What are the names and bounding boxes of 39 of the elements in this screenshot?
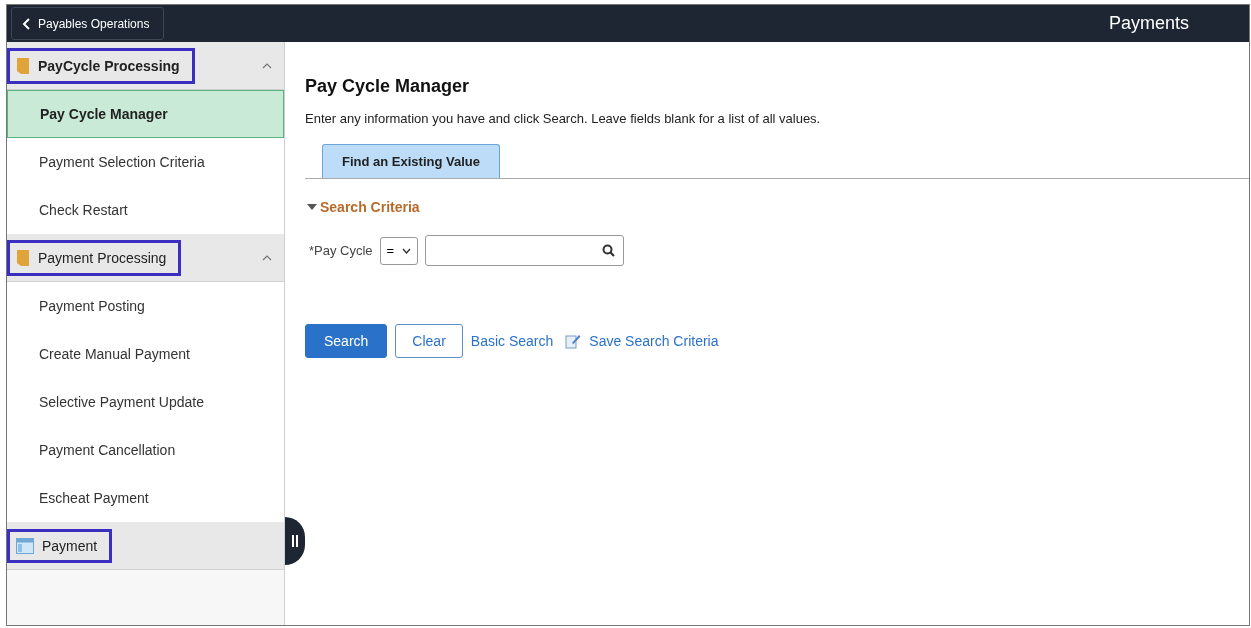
field-label: *Pay Cycle	[309, 243, 373, 258]
clear-button[interactable]: Clear	[395, 324, 463, 358]
operator-dropdown[interactable]: =	[379, 236, 419, 265]
nav-item[interactable]: Escheat Payment	[7, 474, 284, 522]
basic-search-link[interactable]: Basic Search	[470, 333, 554, 349]
section-toggle[interactable]: Search Criteria	[307, 199, 420, 215]
nav-item[interactable]: Payment Selection Criteria	[7, 138, 284, 186]
group-title: PayCycle Processing	[38, 57, 180, 74]
tab[interactable]: Find an Existing Value	[322, 144, 500, 178]
folder-icon	[16, 56, 30, 75]
nav-item[interactable]: Create Manual Payment	[7, 330, 284, 378]
page-icon	[16, 537, 34, 554]
chevron-up-icon[interactable]	[262, 254, 272, 261]
back-button[interactable]: Payables Operations	[11, 7, 165, 40]
search-icon[interactable]	[602, 244, 616, 257]
chevron-left-icon	[22, 17, 32, 30]
search-button[interactable]: Search	[305, 324, 388, 358]
folder-icon	[16, 248, 30, 267]
nav-item[interactable]: Check Restart	[7, 186, 284, 234]
pause-bars-icon	[292, 535, 298, 547]
save-search-link[interactable]: Save Search Criteria	[589, 333, 719, 349]
group-title: Payment	[42, 537, 98, 554]
document-pencil-icon[interactable]	[565, 333, 582, 349]
group-header[interactable]: PayCycle Processing	[7, 42, 284, 90]
nav-item[interactable]: Selective Payment Update	[7, 378, 284, 426]
instructions-text: Enter any information you have and click Search. Leave fields blank for a list of all values.	[305, 111, 822, 126]
group-title: Payment Processing	[38, 249, 167, 266]
group-header[interactable]: Payment	[7, 522, 284, 570]
collapse-handle[interactable]	[285, 517, 305, 565]
content-title: Pay Cycle Manager	[305, 76, 471, 97]
nav-item[interactable]: Pay Cycle Manager	[7, 90, 284, 138]
group-header[interactable]: Payment Processing	[7, 234, 284, 282]
chevron-down-icon	[402, 247, 412, 254]
page-title: Payments	[1108, 13, 1189, 34]
nav-item[interactable]: Payment Posting	[7, 282, 284, 330]
nav-item[interactable]: Payment Cancellation	[7, 426, 284, 474]
chevron-up-icon[interactable]	[262, 62, 272, 69]
caret-down-icon	[307, 204, 317, 210]
pay-cycle-field[interactable]	[425, 235, 625, 266]
